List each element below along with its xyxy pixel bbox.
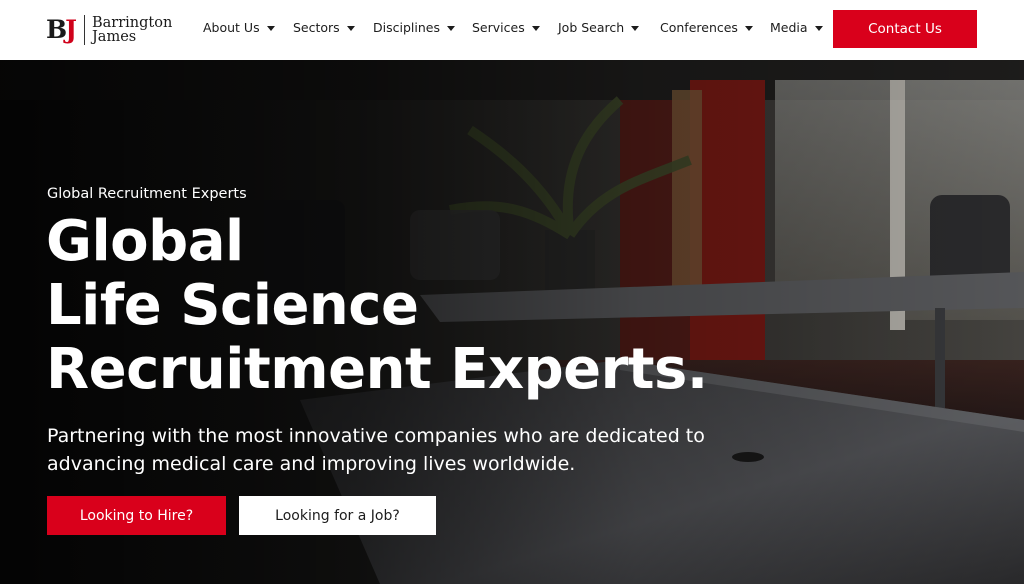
looking-to-hire-button[interactable]: Looking to Hire? <box>47 496 226 535</box>
nav-item-label: Conferences <box>660 19 738 35</box>
hero-title: Global Life Science Recruitment Experts. <box>46 210 708 402</box>
nav-item-label: About Us <box>203 19 260 35</box>
caret-down-icon <box>266 25 275 31</box>
caret-down-icon <box>446 25 455 31</box>
hero-title-line-3: Recruitment Experts. <box>46 337 708 402</box>
nav-item-about-us[interactable]: About Us <box>203 18 275 36</box>
nav-item-conferences[interactable]: Conferences <box>660 18 753 36</box>
hero-subtitle-line-1: Partnering with the most innovative comp… <box>47 425 705 447</box>
nav-item-media[interactable]: Media <box>770 18 823 36</box>
hero-subtitle: Partnering with the most innovative comp… <box>47 422 767 478</box>
nav-item-job-search[interactable]: Job Search <box>558 18 640 36</box>
hero-eyebrow: Global Recruitment Experts <box>47 186 247 202</box>
caret-down-icon <box>531 25 540 31</box>
hero-subtitle-line-2: advancing medical care and improving liv… <box>47 453 576 475</box>
site-header: B J Barrington James About Us Sectors Di… <box>0 0 1024 60</box>
looking-for-job-button[interactable]: Looking for a Job? <box>239 496 436 535</box>
nav-item-label: Job Search <box>558 19 625 35</box>
caret-down-icon <box>631 25 640 31</box>
nav-item-services[interactable]: Services <box>472 18 540 36</box>
nav-item-label: Services <box>472 19 525 35</box>
nav-item-sectors[interactable]: Sectors <box>293 18 355 36</box>
caret-down-icon <box>814 25 823 31</box>
nav-item-disciplines[interactable]: Disciplines <box>373 18 455 36</box>
hero-title-line-1: Global <box>46 209 244 274</box>
nav-item-label: Media <box>770 19 808 35</box>
contact-us-button[interactable]: Contact Us <box>833 10 977 48</box>
nav-item-label: Sectors <box>293 19 340 35</box>
nav-item-label: Disciplines <box>373 19 440 35</box>
hero-title-line-2: Life Science <box>46 273 419 338</box>
hero-section: Global Recruitment Experts Global Life S… <box>0 60 1024 584</box>
caret-down-icon <box>744 25 753 31</box>
caret-down-icon <box>346 25 355 31</box>
